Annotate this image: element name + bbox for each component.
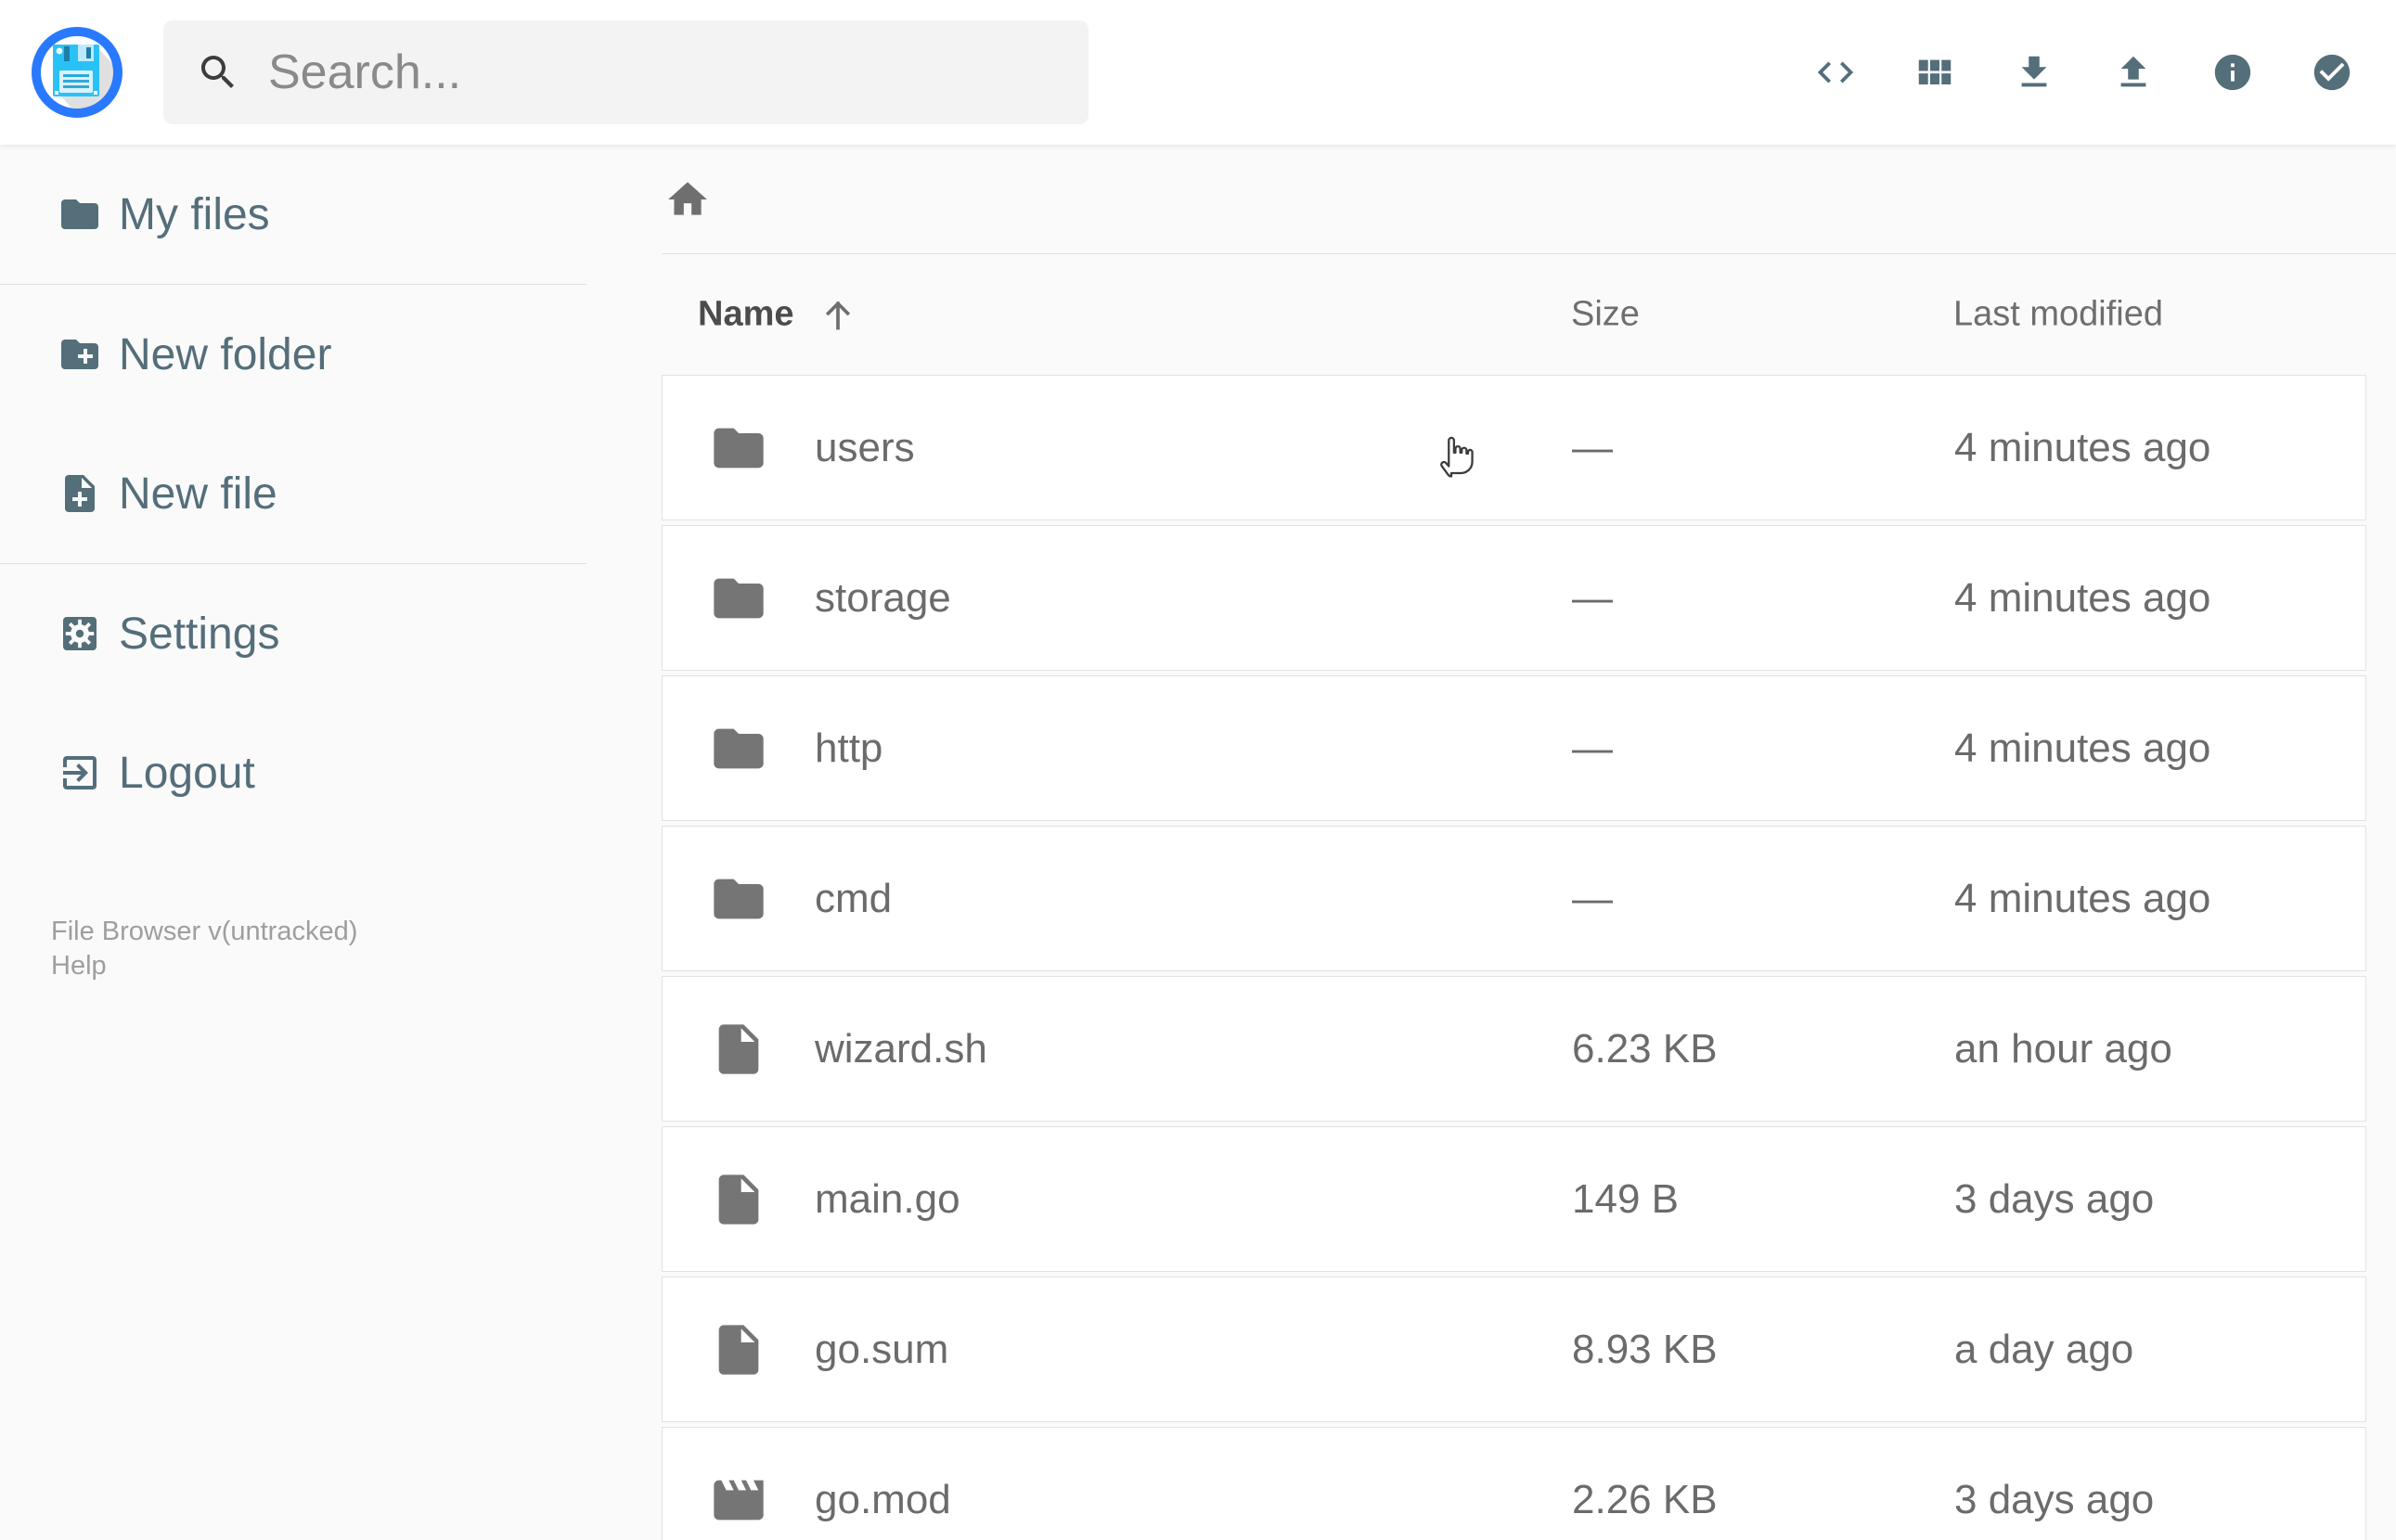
- breadcrumb: [662, 145, 2365, 253]
- folder-icon: [709, 569, 768, 628]
- sidebar-item-logout[interactable]: Logout: [0, 703, 586, 842]
- row-modified: 4 minutes ago: [1954, 725, 2211, 771]
- search-bar[interactable]: [163, 20, 1089, 124]
- select-multiple-button[interactable]: [2311, 51, 2353, 94]
- new-folder-icon: [61, 340, 98, 369]
- table-row[interactable]: main.go 149 B 3 days ago: [662, 1126, 2366, 1272]
- column-header-size[interactable]: Size: [1571, 295, 1640, 335]
- movie-icon: [709, 1470, 768, 1530]
- folder-icon: [709, 418, 768, 478]
- sidebar-footer: File Browser v(untracked) Help: [51, 915, 357, 983]
- row-size: 149 B: [1572, 1175, 1679, 1222]
- download-icon: [2021, 56, 2047, 87]
- row-modified: an hour ago: [1954, 1025, 2172, 1072]
- row-size: 8.93 KB: [1572, 1326, 1718, 1372]
- row-name: http: [815, 725, 883, 771]
- sidebar-item-label: New folder: [119, 329, 332, 379]
- folder-icon: [709, 719, 768, 778]
- file-list: users — 4 minutes ago storage — 4 minute…: [662, 375, 2366, 1540]
- row-name: users: [815, 424, 915, 470]
- folder-icon: [709, 869, 768, 929]
- row-modified: 4 minutes ago: [1954, 875, 2211, 921]
- row-size: —: [1572, 424, 1613, 470]
- info-icon: [2214, 54, 2251, 91]
- table-row[interactable]: wizard.sh 6.23 KB an hour ago: [662, 976, 2366, 1122]
- table-row[interactable]: storage — 4 minutes ago: [662, 525, 2366, 671]
- app-logo[interactable]: [31, 26, 123, 119]
- content: Name Size Last modified users — 4 minute…: [586, 145, 2396, 1540]
- code-view-button[interactable]: [1814, 51, 1857, 94]
- logout-icon: [63, 756, 97, 789]
- row-modified: a day ago: [1954, 1326, 2134, 1372]
- search-input[interactable]: [266, 44, 1061, 101]
- upload-button[interactable]: [2112, 51, 2155, 94]
- grid-view-button[interactable]: [1913, 51, 1956, 94]
- file-icon: [709, 1320, 768, 1380]
- column-header-modified[interactable]: Last modified: [1953, 295, 2163, 335]
- info-button[interactable]: [2211, 51, 2254, 94]
- sidebar-item-new-file[interactable]: New file: [0, 424, 586, 563]
- search-icon: [201, 56, 234, 88]
- sort-ascending-icon: [825, 301, 850, 329]
- row-modified: 4 minutes ago: [1954, 424, 2211, 470]
- row-name: main.go: [815, 1175, 960, 1222]
- new-file-icon: [65, 475, 95, 512]
- row-name: storage: [815, 574, 951, 621]
- sidebar-item-label: Logout: [119, 748, 255, 798]
- row-size: —: [1572, 574, 1613, 621]
- table-row[interactable]: go.sum 8.93 KB a day ago: [662, 1277, 2366, 1422]
- sidebar-item-label: Settings: [119, 609, 280, 659]
- row-size: 6.23 KB: [1572, 1025, 1718, 1072]
- help-link[interactable]: Help: [51, 949, 357, 983]
- settings-icon: [63, 617, 97, 650]
- row-size: —: [1572, 875, 1613, 921]
- sidebar-item-my-files[interactable]: My files: [0, 145, 586, 284]
- row-modified: 3 days ago: [1954, 1175, 2155, 1222]
- table-row[interactable]: cmd — 4 minutes ago: [662, 826, 2366, 971]
- row-modified: 3 days ago: [1954, 1476, 2155, 1522]
- table-row[interactable]: http — 4 minutes ago: [662, 675, 2366, 821]
- row-name: wizard.sh: [815, 1025, 987, 1072]
- sidebar: My files New folder New file Settings Lo…: [0, 145, 586, 1540]
- grid-view-icon: [1918, 59, 1952, 85]
- table-row[interactable]: users — 4 minutes ago: [662, 375, 2366, 520]
- row-size: 2.26 KB: [1572, 1476, 1718, 1522]
- row-name: cmd: [815, 875, 893, 921]
- upload-icon: [2120, 56, 2146, 87]
- column-header-name[interactable]: Name: [698, 295, 857, 335]
- floppy-disk-logo: [32, 27, 122, 118]
- table-row[interactable]: go.mod 2.26 KB 3 days ago: [662, 1427, 2366, 1540]
- sidebar-item-new-folder[interactable]: New folder: [0, 285, 586, 424]
- listing-header: Name Size Last modified: [662, 254, 2365, 375]
- row-name: go.mod: [815, 1476, 951, 1522]
- app-header: [0, 0, 2396, 145]
- row-size: —: [1572, 725, 1613, 771]
- row-name: go.sum: [815, 1326, 949, 1372]
- app-version: File Browser v(untracked): [51, 917, 358, 946]
- folder-icon: [61, 199, 98, 229]
- check-circle-icon: [2313, 54, 2351, 91]
- file-icon: [709, 1020, 768, 1079]
- sidebar-item-label: My files: [119, 189, 270, 239]
- filebrowser-app: My files New folder New file: [0, 0, 2396, 1540]
- home-icon: [668, 181, 707, 215]
- sidebar-item-label: New file: [119, 468, 277, 519]
- header-toolbar: [1814, 51, 2353, 94]
- download-button[interactable]: [2013, 51, 2055, 94]
- sidebar-item-settings[interactable]: Settings: [0, 564, 586, 703]
- file-icon: [709, 1170, 768, 1229]
- code-icon: [1817, 61, 1854, 83]
- row-modified: 4 minutes ago: [1954, 574, 2211, 621]
- breadcrumb-home-button[interactable]: [664, 176, 711, 223]
